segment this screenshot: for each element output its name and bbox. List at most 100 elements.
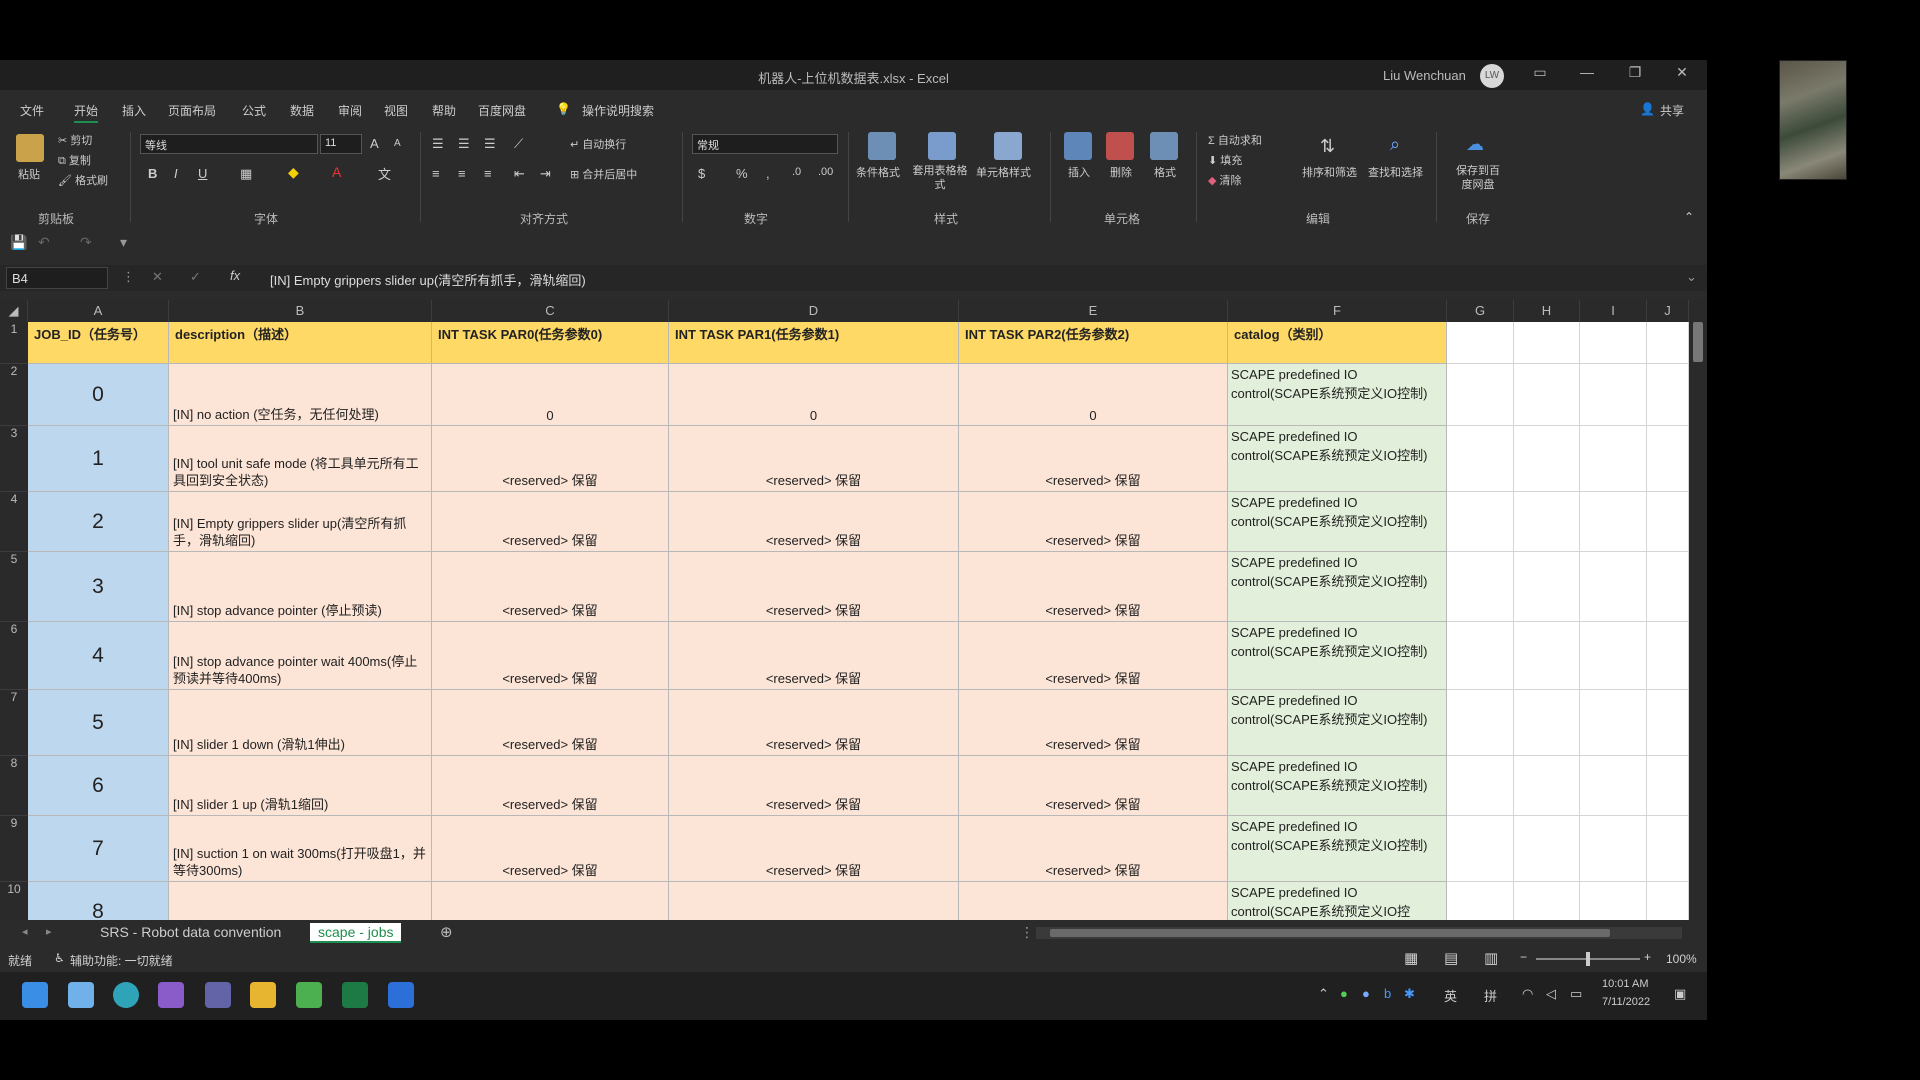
page-break-icon[interactable]: ▥: [1484, 949, 1498, 967]
tab-page-layout[interactable]: 页面布局: [168, 102, 216, 119]
delete-cells-button[interactable]: 删除: [1110, 164, 1132, 180]
empty-cell[interactable]: [1447, 690, 1514, 756]
restore-button[interactable]: ❐: [1620, 64, 1650, 81]
empty-cell[interactable]: [1580, 756, 1647, 816]
tab-review[interactable]: 审阅: [338, 102, 362, 119]
insert-cells-button[interactable]: 插入: [1068, 164, 1090, 180]
wechat-icon[interactable]: ●: [1340, 986, 1348, 1001]
catalog-cell[interactable]: SCAPE predefined IO control(SCAPE系统预定义IO…: [1228, 552, 1447, 622]
collapse-ribbon-icon[interactable]: ⌃: [1684, 210, 1694, 224]
empty-cell[interactable]: [1447, 426, 1514, 492]
tab-baidu[interactable]: 百度网盘: [478, 102, 526, 119]
lightbulb-icon[interactable]: 💡: [556, 102, 571, 116]
row-header[interactable]: 9: [0, 816, 28, 882]
paste-icon[interactable]: [16, 134, 44, 162]
formula-input[interactable]: [IN] Empty grippers slider up(清空所有抓手，滑轨缩…: [270, 270, 586, 289]
number-format-select[interactable]: 常规: [692, 134, 838, 154]
normal-view-icon[interactable]: ▦: [1404, 949, 1418, 967]
param2-cell[interactable]: 0: [959, 364, 1228, 426]
hscroll-thumb[interactable]: [1050, 929, 1610, 937]
description-cell[interactable]: [IN] tool unit safe mode (将工具单元所有工具回到安全状…: [169, 426, 432, 492]
catalog-cell[interactable]: SCAPE predefined IO control(SCAPE系统预定义IO…: [1228, 882, 1447, 920]
bluetooth-icon[interactable]: ✱: [1404, 986, 1415, 1002]
share-button[interactable]: 共享: [1660, 102, 1684, 119]
undo-icon[interactable]: ↶: [38, 234, 50, 251]
font-name-select[interactable]: 等线: [140, 134, 318, 154]
catalog-cell[interactable]: SCAPE predefined IO control(SCAPE系统预定义IO…: [1228, 816, 1447, 882]
param0-cell[interactable]: <reserved> 保留: [432, 622, 669, 690]
tab-view[interactable]: 视图: [384, 102, 408, 119]
battery-icon[interactable]: ▭: [1570, 986, 1582, 1002]
wifi-icon[interactable]: ◠: [1522, 986, 1533, 1002]
job-id-cell[interactable]: 3: [28, 552, 169, 622]
close-button[interactable]: ✕: [1667, 64, 1697, 81]
col-header-g[interactable]: G: [1447, 300, 1514, 322]
description-cell[interactable]: [IN] stop advance pointer (停止预读): [169, 552, 432, 622]
param2-cell[interactable]: <reserved> 保留: [959, 816, 1228, 882]
job-id-cell[interactable]: 0: [28, 364, 169, 426]
description-cell[interactable]: [IN] stop advance pointer wait 400ms(停止预…: [169, 622, 432, 690]
sheet-tab-srs[interactable]: SRS - Robot data convention: [92, 923, 289, 943]
format-painter-button[interactable]: 🖌 格式刷: [58, 172, 108, 188]
empty-cell[interactable]: [1447, 552, 1514, 622]
grow-font-button[interactable]: A: [370, 136, 379, 151]
param1-cell[interactable]: <reserved> 保留: [669, 492, 959, 552]
zoom-slider-thumb[interactable]: [1586, 952, 1590, 966]
param0-cell[interactable]: [432, 882, 669, 920]
empty-cell[interactable]: [1580, 492, 1647, 552]
row-header[interactable]: 10: [0, 882, 28, 920]
param0-cell[interactable]: <reserved> 保留: [432, 816, 669, 882]
align-middle-icon[interactable]: ☰: [458, 136, 470, 152]
page-layout-icon[interactable]: ▤: [1444, 949, 1458, 967]
param2-cell[interactable]: <reserved> 保留: [959, 756, 1228, 816]
empty-cell[interactable]: [1647, 882, 1689, 920]
row-header[interactable]: 3: [0, 426, 28, 492]
share-icon[interactable]: 👤: [1640, 102, 1655, 116]
merge-center-button[interactable]: ⊞ 合并后居中: [570, 166, 637, 182]
zoom-in-icon[interactable]: +: [1644, 950, 1651, 964]
empty-cell[interactable]: [1447, 364, 1514, 426]
fill-button[interactable]: ⬇ 填充: [1208, 152, 1242, 168]
increase-decimal-icon[interactable]: .0: [792, 166, 801, 178]
empty-cell[interactable]: [1447, 322, 1514, 364]
cell-styles-icon[interactable]: [994, 132, 1022, 160]
empty-cell[interactable]: [1514, 690, 1580, 756]
description-cell[interactable]: [IN] suction 1 on wait 300ms(打开吸盘1，并等待30…: [169, 816, 432, 882]
save-icon[interactable]: 💾: [10, 234, 27, 251]
empty-cell[interactable]: [1647, 552, 1689, 622]
baidu-cloud-icon[interactable]: ☁: [1466, 134, 1484, 155]
param2-cell[interactable]: <reserved> 保留: [959, 622, 1228, 690]
job-id-cell[interactable]: 2: [28, 492, 169, 552]
description-cell[interactable]: [IN] no action (空任务，无任何处理): [169, 364, 432, 426]
row-header[interactable]: 4: [0, 492, 28, 552]
job-id-cell[interactable]: 8: [28, 882, 169, 920]
comma-button[interactable]: ,: [766, 166, 770, 181]
param1-cell[interactable]: <reserved> 保留: [669, 756, 959, 816]
job-id-cell[interactable]: 5: [28, 690, 169, 756]
col-header-a[interactable]: A: [28, 300, 169, 322]
customize-qat-icon[interactable]: ▾: [120, 234, 127, 251]
empty-cell[interactable]: [1580, 882, 1647, 920]
cancel-icon[interactable]: ✕: [152, 269, 163, 285]
scroll-thumb[interactable]: [1693, 322, 1703, 362]
minimize-button[interactable]: —: [1572, 64, 1602, 80]
param2-cell[interactable]: [959, 882, 1228, 920]
teams-icon[interactable]: [205, 982, 231, 1008]
empty-cell[interactable]: [1514, 492, 1580, 552]
windows-start-icon[interactable]: [22, 982, 48, 1008]
insert-cells-icon[interactable]: [1064, 132, 1092, 160]
currency-button[interactable]: $: [698, 166, 705, 181]
empty-cell[interactable]: [1580, 690, 1647, 756]
add-sheet-icon[interactable]: ⊕: [440, 923, 453, 941]
align-right-icon[interactable]: ≡: [484, 166, 492, 181]
param0-cell[interactable]: <reserved> 保留: [432, 756, 669, 816]
empty-cell[interactable]: [1514, 882, 1580, 920]
percent-button[interactable]: %: [736, 166, 748, 181]
underline-button[interactable]: U: [198, 166, 207, 181]
col-header-c[interactable]: C: [432, 300, 669, 322]
param2-cell[interactable]: <reserved> 保留: [959, 552, 1228, 622]
sort-filter-button[interactable]: 排序和筛选: [1302, 164, 1357, 180]
border-icon[interactable]: ▦: [240, 166, 252, 182]
param1-cell[interactable]: <reserved> 保留: [669, 552, 959, 622]
app-tray-icon[interactable]: b: [1384, 986, 1391, 1001]
